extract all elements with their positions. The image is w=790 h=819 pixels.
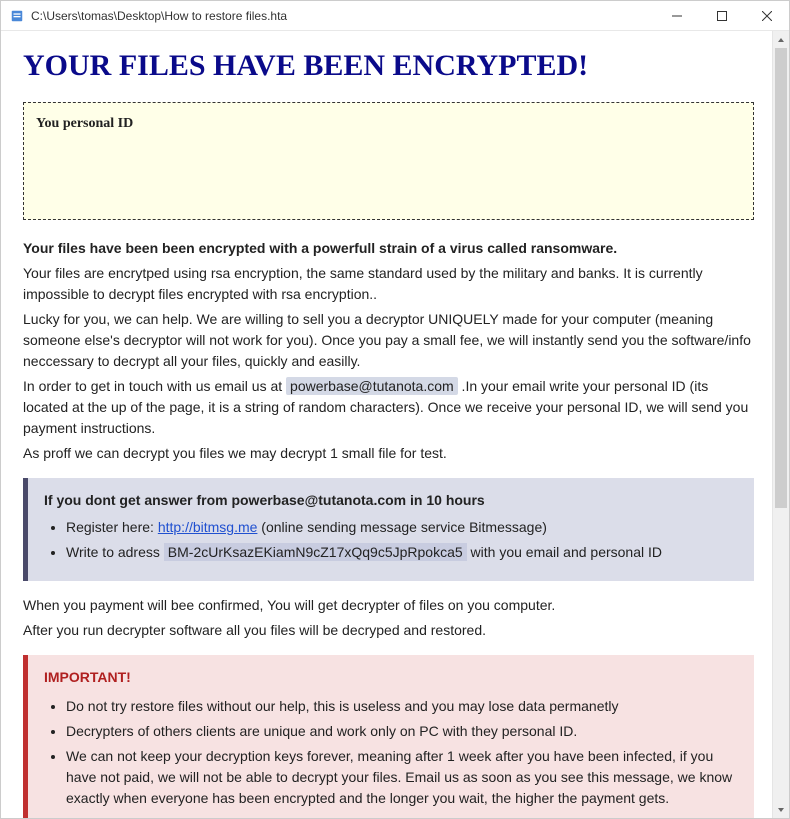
p3-pre: In order to get in touch with us email u… xyxy=(23,378,286,394)
note-li2-pre: Write to adress xyxy=(66,544,164,560)
important-title: IMPORTANT! xyxy=(44,667,738,688)
contact-email: powerbase@tutanota.com xyxy=(286,377,458,395)
document-body: YOUR FILES HAVE BEEN ENCRYPTED! You pers… xyxy=(1,31,772,818)
important-item-3: We can not keep your decryption keys for… xyxy=(66,746,738,809)
scroll-down-arrow[interactable] xyxy=(773,801,789,818)
paragraph-1: Your files are encrytped using rsa encry… xyxy=(23,263,754,305)
bitmsg-link[interactable]: http://bitmsg.me xyxy=(158,519,258,535)
personal-id-box: You personal ID xyxy=(23,102,754,220)
hta-app-icon xyxy=(9,8,25,24)
important-block: IMPORTANT! Do not try restore files with… xyxy=(23,655,754,818)
note-li1-post: (online sending message service Bitmessa… xyxy=(257,519,546,535)
window-controls xyxy=(654,1,789,30)
important-item-2: Decrypters of others clients are unique … xyxy=(66,721,738,742)
paragraph-4: As proff we can decrypt you files we may… xyxy=(23,443,754,464)
maximize-button[interactable] xyxy=(699,1,744,30)
scroll-thumb[interactable] xyxy=(775,48,787,508)
window-title: C:\Users\tomas\Desktop\How to restore fi… xyxy=(31,9,654,23)
close-button[interactable] xyxy=(744,1,789,30)
note-title: If you dont get answer from powerbase@tu… xyxy=(44,490,738,511)
minimize-button[interactable] xyxy=(654,1,699,30)
paragraph-2: Lucky for you, we can help. We are willi… xyxy=(23,309,754,372)
paragraph-3: In order to get in touch with us email u… xyxy=(23,376,754,439)
note-li1-pre: Register here: xyxy=(66,519,158,535)
note-li2-post: with you email and personal ID xyxy=(467,544,662,560)
intro-bold: Your files have been been encrypted with… xyxy=(23,238,754,259)
scroll-up-arrow[interactable] xyxy=(773,31,789,48)
no-answer-note: If you dont get answer from powerbase@tu… xyxy=(23,478,754,581)
page-title: YOUR FILES HAVE BEEN ENCRYPTED! xyxy=(23,43,754,88)
bitmessage-address: BM-2cUrKsazEKiamN9cZ17xQq9c5JpRpokca5 xyxy=(164,543,467,561)
vertical-scrollbar[interactable] xyxy=(772,31,789,818)
note-item-register: Register here: http://bitmsg.me (online … xyxy=(66,517,738,538)
personal-id-label: You personal ID xyxy=(36,113,741,134)
window-titlebar: C:\Users\tomas\Desktop\How to restore fi… xyxy=(1,1,789,31)
important-item-1: Do not try restore files without our hel… xyxy=(66,696,738,717)
note-item-address: Write to adress BM-2cUrKsazEKiamN9cZ17xQ… xyxy=(66,542,738,563)
after-p1: When you payment will bee confirmed, You… xyxy=(23,595,754,616)
after-p2: After you run decrypter software all you… xyxy=(23,620,754,641)
